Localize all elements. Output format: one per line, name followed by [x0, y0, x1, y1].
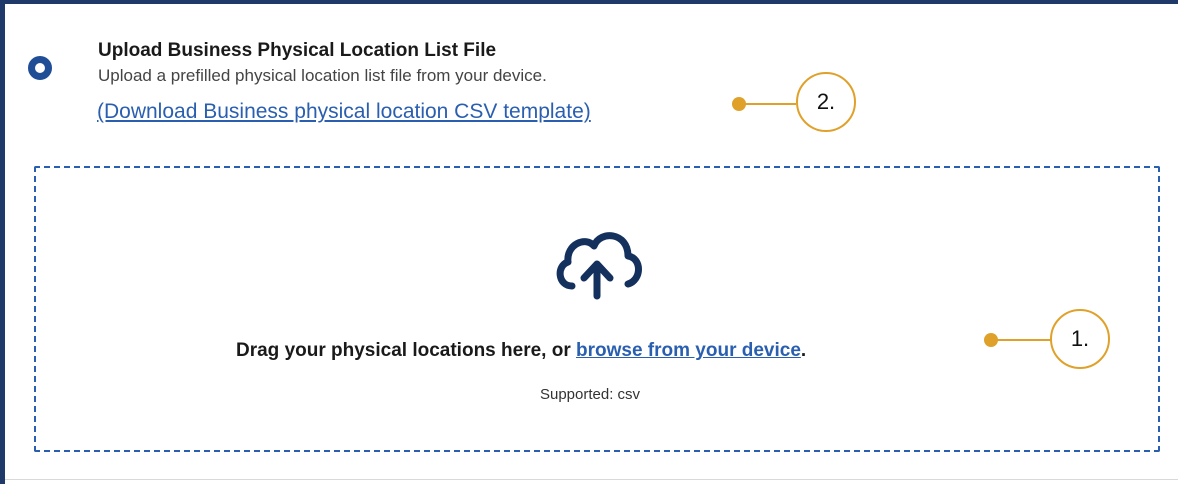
drag-instruction: Drag your physical locations here, or: [236, 340, 571, 361]
option-title: Upload Business Physical Location List F…: [98, 40, 497, 61]
upload-option-radio[interactable]: [28, 56, 52, 80]
file-dropzone[interactable]: [34, 166, 1160, 452]
upload-panel: Upload Business Physical Location List F…: [0, 0, 1178, 484]
panel-divider: [5, 479, 1178, 480]
panel-left-border: [0, 0, 5, 484]
callout-1-marker: 1.: [1050, 309, 1110, 369]
callout-1-line: [996, 339, 1052, 341]
panel-top-border: [0, 0, 1178, 4]
callout-2-line: [744, 103, 796, 105]
supported-formats: Supported: csv: [0, 386, 1178, 403]
supported-formats-text: Supported: csv: [539, 386, 641, 403]
callout-2-marker: 2.: [796, 72, 856, 132]
option-description: Upload a prefilled physical location lis…: [98, 66, 547, 85]
prompt-period: .: [800, 340, 807, 361]
cloud-upload-icon: [556, 232, 642, 300]
browse-device-link[interactable]: browse from your device: [576, 340, 801, 361]
dropzone-prompt: Drag your physical locations here, or br…: [236, 340, 806, 362]
download-template-link[interactable]: (Download Business physical location CSV…: [97, 100, 591, 124]
callout-2-label: 2.: [816, 89, 836, 114]
callout-1-label: 1.: [1070, 326, 1090, 351]
